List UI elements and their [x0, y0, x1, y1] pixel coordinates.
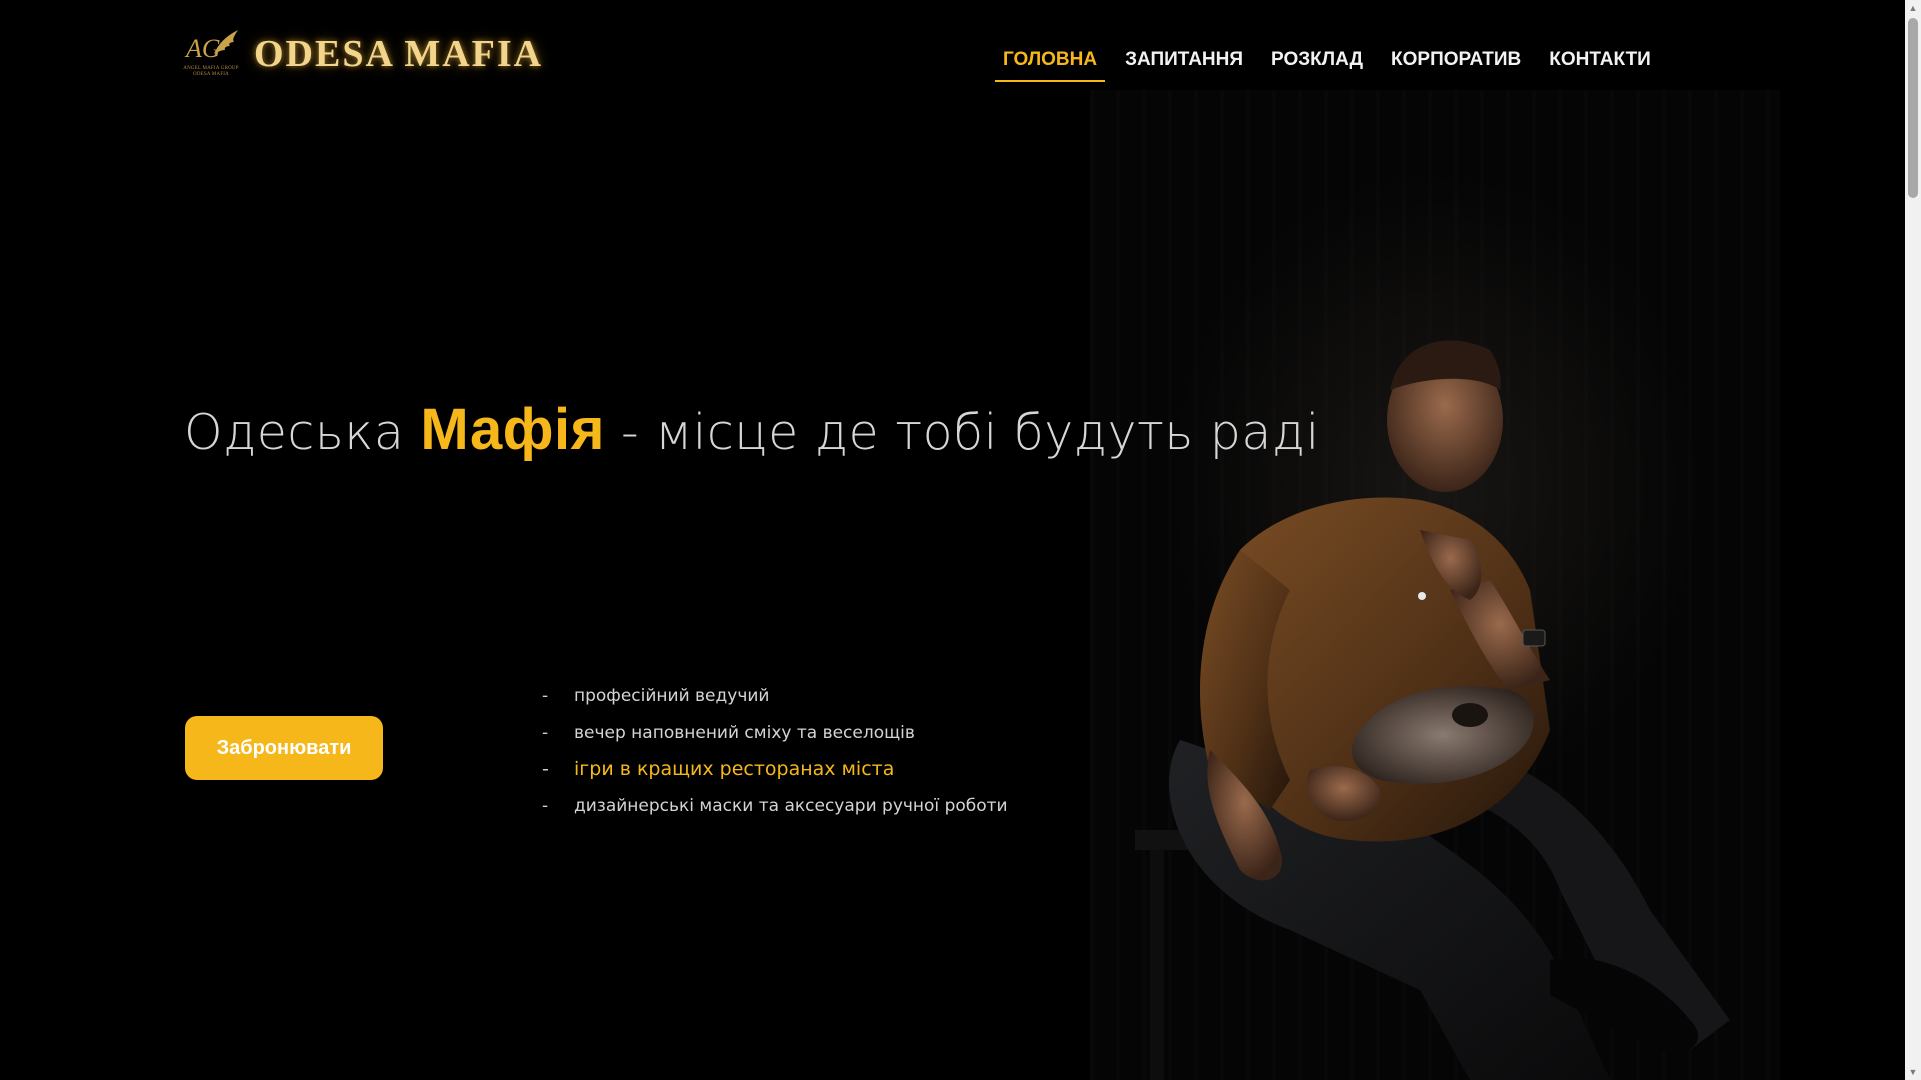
chevron-up-icon[interactable]: ▲: [1905, 0, 1921, 16]
nav-item-schedule[interactable]: РОЗКЛАД: [1263, 46, 1371, 82]
logo-subtitle: ANGEL MAFIA GROUP ODESA MAFIA: [183, 66, 239, 77]
list-item: - дизайнерські маски та аксесуари ручної…: [542, 788, 1008, 825]
book-button[interactable]: Забронювати: [185, 716, 383, 780]
list-dash: -: [542, 686, 549, 707]
brand-name: ODESA MAFIA: [254, 33, 544, 75]
host-portrait-image: [1135, 340, 1730, 1080]
chevron-down-icon[interactable]: ▼: [1905, 1064, 1921, 1080]
feature-text: вечер наповнений сміху та веселощів: [574, 722, 915, 743]
list-dash: -: [542, 722, 549, 743]
logo-emblem: AG ANGEL MAFIA GROUP ODESA MAFIA: [180, 28, 242, 80]
hero-headline: Одеська Мафія - місце де тобі будуть рад…: [184, 396, 1320, 463]
feature-text: професійний ведучий: [574, 686, 770, 707]
page-scrollbar[interactable]: ▲ ▼: [1905, 0, 1921, 1080]
nav-item-corporate[interactable]: КОРПОРАТИВ: [1383, 46, 1529, 82]
wing-icon: [214, 30, 238, 54]
list-item: - вечер наповнений сміху та веселощів: [542, 715, 1008, 752]
features-list: - професійний ведучий - вечер наповнений…: [542, 678, 1008, 824]
nav-item-faq[interactable]: ЗАПИТАННЯ: [1117, 46, 1251, 82]
site-header: AG ANGEL MAFIA GROUP ODESA MAFIA ODESA M…: [0, 0, 1905, 110]
list-item: - професійний ведучий: [542, 678, 1008, 715]
list-item: - ігри в кращих ресторанах міста: [542, 751, 1008, 788]
scrollbar-thumb[interactable]: [1908, 18, 1918, 198]
list-dash: -: [542, 795, 549, 816]
feature-text: ігри в кращих ресторанах міста: [574, 758, 895, 781]
headline-accent: Мафія: [420, 397, 605, 462]
logo[interactable]: AG ANGEL MAFIA GROUP ODESA MAFIA ODESA M…: [180, 28, 543, 80]
nav-item-contacts[interactable]: КОНТАКТИ: [1541, 46, 1659, 82]
list-dash: -: [542, 758, 549, 781]
main-nav: ГОЛОВНА ЗАПИТАННЯ РОЗКЛАД КОРПОРАТИВ КОН…: [995, 46, 1671, 82]
hero-photo: [1090, 90, 1780, 1080]
headline-prefix: Одеська: [184, 404, 421, 461]
feature-text: дизайнерські маски та аксесуари ручної р…: [574, 795, 1008, 816]
headline-suffix: - місце де тобі будуть раді: [604, 404, 1320, 461]
nav-item-home[interactable]: ГОЛОВНА: [995, 46, 1106, 82]
